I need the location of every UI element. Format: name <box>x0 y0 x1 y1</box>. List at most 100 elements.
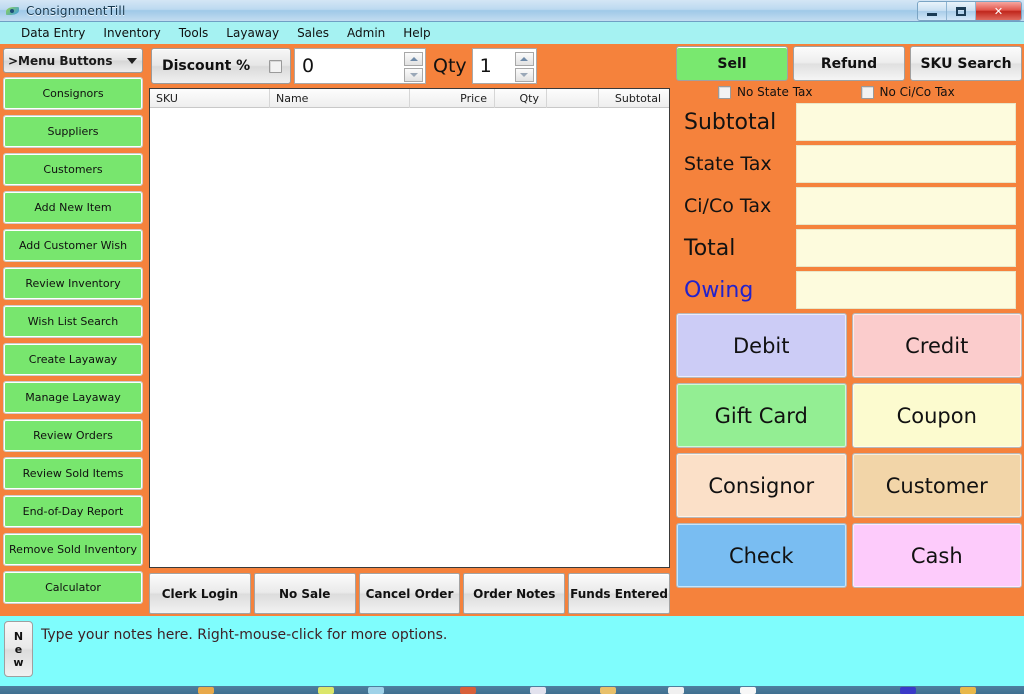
sidebar-item-end-of-day-report[interactable]: End-of-Day Report <box>3 495 143 528</box>
payment-check-button[interactable]: Check <box>676 523 847 588</box>
grid-column-price[interactable]: Price <box>410 89 495 108</box>
taskbar-icon-10[interactable] <box>960 687 976 694</box>
discount-value: 0 <box>302 55 315 77</box>
sidebar-item-consignors[interactable]: Consignors <box>3 77 143 110</box>
qty-stepper[interactable] <box>514 52 534 82</box>
menu-item-help[interactable]: Help <box>394 24 439 42</box>
menu-buttons-selector[interactable]: >Menu Buttons <box>3 48 143 73</box>
menu-item-tools[interactable]: Tools <box>170 24 218 42</box>
totals-row-cico-tax: Ci/Co Tax <box>676 187 1022 225</box>
restore-icon <box>956 6 966 16</box>
menu-bar: Data Entry Inventory Tools Layaway Sales… <box>0 22 1024 44</box>
payment-panel: Sell Refund SKU Search No State Tax No C… <box>676 46 1022 616</box>
cico-tax-label: Ci/Co Tax <box>684 195 772 217</box>
taskbar-icon-8[interactable] <box>740 687 756 694</box>
close-button[interactable]: ✕ <box>976 2 1021 20</box>
taskbar-icon-3[interactable] <box>368 687 384 694</box>
minimize-icon <box>927 12 937 16</box>
owing-value[interactable] <box>796 271 1016 309</box>
discount-stepper[interactable] <box>404 52 423 82</box>
discount-qty-toolbar: Discount % 0 Qty 1 <box>148 46 672 86</box>
grid-column-qty[interactable]: Qty <box>495 89 547 108</box>
menu-buttons-selector-label: >Menu Buttons <box>8 53 113 68</box>
state-tax-value[interactable] <box>796 145 1016 183</box>
menu-item-layaway[interactable]: Layaway <box>217 24 288 42</box>
maximize-button[interactable] <box>947 2 976 20</box>
taskbar-icon-4[interactable] <box>460 687 476 694</box>
title-bar: ConsignmentTill ✕ <box>0 0 1024 22</box>
order-notes-button[interactable]: Order Notes <box>463 573 566 614</box>
menu-item-inventory[interactable]: Inventory <box>94 24 169 42</box>
sidebar-item-customers[interactable]: Customers <box>3 153 143 186</box>
funds-entered-button[interactable]: Funds Entered <box>568 573 670 614</box>
tab-sku-search[interactable]: SKU Search <box>910 46 1022 81</box>
payment-gift-card-button[interactable]: Gift Card <box>676 383 847 448</box>
menu-item-data-entry[interactable]: Data Entry <box>12 24 94 42</box>
no-cico-tax-checkbox[interactable] <box>860 85 874 99</box>
sidebar-item-add-new-item[interactable]: Add New Item <box>3 191 143 224</box>
notes-input[interactable]: Type your notes here. Right-mouse-click … <box>41 621 1024 643</box>
no-sale-button[interactable]: No Sale <box>253 573 356 614</box>
taskbar-icon-1[interactable] <box>198 687 214 694</box>
sidebar-item-suppliers[interactable]: Suppliers <box>3 115 143 148</box>
payment-credit-button[interactable]: Credit <box>851 313 1022 378</box>
clerk-login-button[interactable]: Clerk Login <box>149 573 251 614</box>
new-note-button[interactable]: N e w <box>4 621 33 677</box>
sidebar-item-review-orders[interactable]: Review Orders <box>3 419 143 452</box>
no-cico-tax-option[interactable]: No Ci/Co Tax <box>860 85 955 99</box>
payment-debit-button[interactable]: Debit <box>676 313 847 378</box>
grid-header-row: SKU Name Price Qty Subtotal <box>150 89 669 108</box>
subtotal-value[interactable] <box>796 103 1016 141</box>
payment-consignor-button[interactable]: Consignor <box>676 453 847 518</box>
app-body: >Menu Buttons Consignors Suppliers Custo… <box>0 44 1024 616</box>
notes-area: N e w Type your notes here. Right-mouse-… <box>0 616 1024 682</box>
sidebar-item-wish-list-search[interactable]: Wish List Search <box>3 305 143 338</box>
taskbar-icon-2[interactable] <box>318 687 334 694</box>
window-controls: ✕ <box>917 1 1022 21</box>
qty-input[interactable]: 1 <box>471 48 537 84</box>
sidebar-item-remove-sold-inventory[interactable]: Remove Sold Inventory <box>3 533 143 566</box>
grid-column-sku[interactable]: SKU <box>150 89 270 108</box>
taskbar <box>0 686 1024 694</box>
grid-column-name[interactable]: Name <box>270 89 410 108</box>
menu-item-sales[interactable]: Sales <box>288 24 338 42</box>
discount-input[interactable]: 0 <box>294 48 426 84</box>
sidebar-item-review-inventory[interactable]: Review Inventory <box>3 267 143 300</box>
totals-row-state-tax: State Tax <box>676 145 1022 183</box>
order-items-grid[interactable]: SKU Name Price Qty Subtotal <box>149 88 670 568</box>
qty-stepper-up-icon[interactable] <box>514 52 534 66</box>
cico-tax-value[interactable] <box>796 187 1016 225</box>
taskbar-icon-5[interactable] <box>530 687 546 694</box>
no-state-tax-checkbox[interactable] <box>718 85 731 99</box>
total-value[interactable] <box>796 229 1016 267</box>
sidebar-item-calculator[interactable]: Calculator <box>3 571 143 604</box>
payment-cash-button[interactable]: Cash <box>851 523 1022 588</box>
taskbar-icon-7[interactable] <box>668 687 684 694</box>
grid-column-spacer[interactable] <box>547 89 599 108</box>
sidebar-item-review-sold-items[interactable]: Review Sold Items <box>3 457 143 490</box>
minimize-button[interactable] <box>918 2 947 20</box>
discount-stepper-up-icon[interactable] <box>404 52 423 66</box>
qty-stepper-down-icon[interactable] <box>514 68 534 82</box>
totals-row-subtotal: Subtotal <box>676 103 1022 141</box>
no-state-tax-option[interactable]: No State Tax <box>718 85 813 99</box>
grid-body[interactable] <box>150 108 669 567</box>
sidebar-item-create-layaway[interactable]: Create Layaway <box>3 343 143 376</box>
cancel-order-button[interactable]: Cancel Order <box>358 573 461 614</box>
total-label: Total <box>684 235 736 261</box>
payment-coupon-button[interactable]: Coupon <box>851 383 1022 448</box>
discount-checkbox[interactable] <box>269 59 282 73</box>
sidebar-item-manage-layaway[interactable]: Manage Layaway <box>3 381 143 414</box>
taskbar-icon-9[interactable] <box>900 687 916 694</box>
payment-customer-button[interactable]: Customer <box>851 453 1022 518</box>
totals-row-total: Total <box>676 229 1022 267</box>
menu-item-admin[interactable]: Admin <box>338 24 394 42</box>
taskbar-icon-6[interactable] <box>600 687 616 694</box>
order-panel: Discount % 0 Qty 1 SKU Name Price Qty Su… <box>148 46 672 614</box>
tab-sell[interactable]: Sell <box>676 46 788 81</box>
discount-toggle[interactable]: Discount % <box>151 48 291 84</box>
grid-column-subtotal[interactable]: Subtotal <box>599 89 668 108</box>
sidebar-item-add-customer-wish[interactable]: Add Customer Wish <box>3 229 143 262</box>
discount-stepper-down-icon[interactable] <box>404 68 423 82</box>
tab-refund[interactable]: Refund <box>793 46 905 81</box>
